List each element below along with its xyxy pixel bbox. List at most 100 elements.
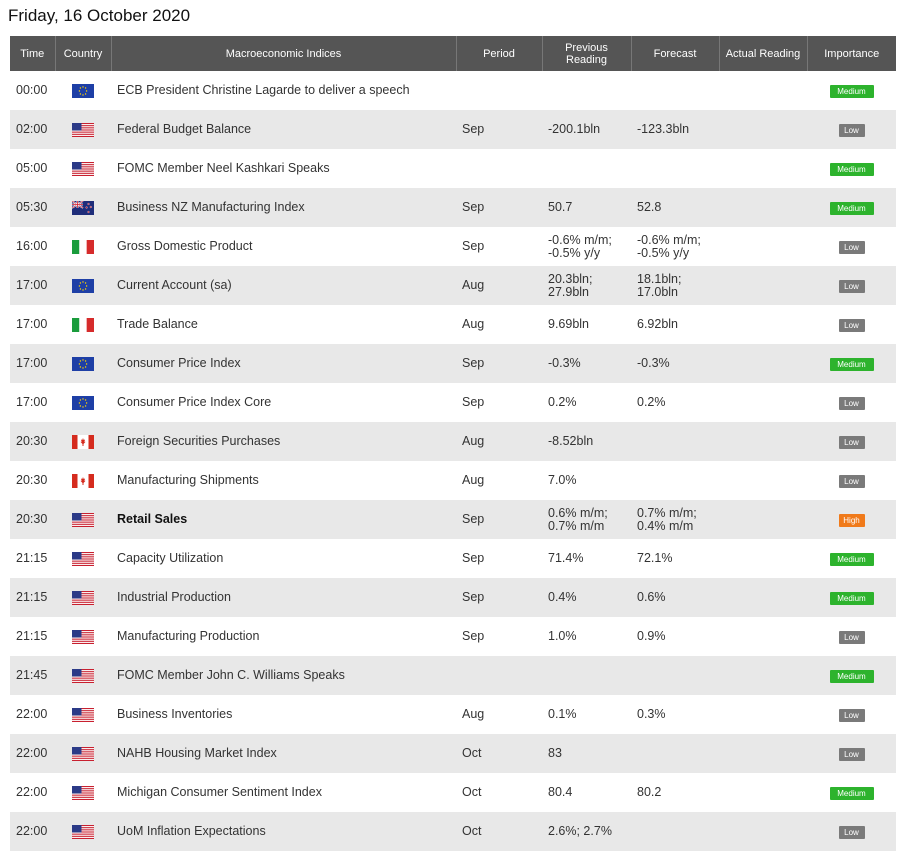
table-row: 00:00 ECB President Christine Lagarde to …: [10, 71, 896, 110]
event-country: [55, 812, 111, 851]
event-country: [55, 227, 111, 266]
previous-line1: 0.6% m/m;: [548, 505, 608, 520]
forecast-line1: 0.2%: [637, 395, 666, 409]
importance-badge: Low: [838, 747, 865, 761]
header-importance: Importance: [807, 36, 896, 71]
event-name: Consumer Price Index: [117, 356, 241, 370]
event-period: Sep: [462, 395, 485, 409]
forecast-line1: 80.2: [637, 785, 662, 799]
forecast-line1: 72.1%: [637, 551, 673, 565]
header-period: Period: [456, 36, 543, 71]
table-row: 22:00 Business Inventories Aug 0.1% 0.3% Low: [10, 695, 896, 734]
forecast-line2: 17.0bln: [637, 284, 679, 299]
header-forecast: Forecast: [631, 36, 720, 71]
previous-line1: 0.2%: [548, 395, 577, 409]
event-importance: Low: [807, 305, 896, 344]
table-row: 21:45 FOMC Member John C. Williams Speaks…: [10, 656, 896, 695]
us-flag-icon: [72, 161, 94, 176]
event-period: Sep: [462, 356, 485, 370]
eu-flag-icon: [72, 356, 94, 371]
forecast-line1: 0.3%: [637, 707, 666, 721]
event-importance: Medium: [807, 539, 896, 578]
event-importance: Low: [807, 227, 896, 266]
event-period: Aug: [462, 317, 485, 331]
event-importance: Medium: [807, 773, 896, 812]
event-period: [456, 656, 542, 695]
event-previous: 0.6% m/m; 0.7% m/m: [542, 500, 631, 539]
us-flag-icon: [72, 629, 94, 644]
event-previous: -8.52bln: [542, 422, 631, 461]
table-row: 22:00 UoM Inflation Expectations Oct 2.6%; …: [10, 812, 896, 851]
importance-badge: Low: [838, 474, 865, 488]
event-country: [55, 344, 111, 383]
event-actual: [719, 461, 807, 500]
event-importance: Low: [807, 461, 896, 500]
us-flag-icon: [72, 707, 94, 722]
event-time: 20:30: [16, 473, 48, 487]
forecast-line1: 0.7% m/m;: [637, 505, 697, 520]
forecast-line1: 0.9%: [637, 629, 666, 643]
event-forecast: [631, 656, 719, 695]
event-country: [55, 578, 111, 617]
calendar-body: 00:00 ECB President Christine Lagarde to …: [10, 71, 896, 851]
event-importance: Medium: [807, 188, 896, 227]
event-actual: [719, 617, 807, 656]
header-indices: Macroeconomic Indices: [111, 36, 457, 71]
event-time: 22:00: [16, 824, 48, 838]
event-previous: 7.0%: [542, 461, 631, 500]
event-period: Aug: [462, 278, 485, 292]
table-row: 05:00 FOMC Member Neel Kashkari Speaks Med…: [10, 149, 896, 188]
previous-line2: 27.9bln: [548, 284, 590, 299]
us-flag-icon: [72, 122, 94, 137]
previous-line1: -8.52bln: [548, 434, 594, 448]
event-country: [55, 617, 111, 656]
event-importance: Medium: [807, 578, 896, 617]
event-actual: [719, 71, 807, 110]
previous-line1: 9.69bln: [548, 317, 590, 331]
event-period: Aug: [462, 434, 485, 448]
eu-flag-icon: [72, 83, 94, 98]
event-time: 21:15: [16, 590, 48, 604]
event-country: [55, 422, 111, 461]
event-name: Trade Balance: [117, 317, 198, 331]
importance-badge: Medium: [829, 552, 874, 566]
header-actual: Actual Reading: [719, 36, 808, 71]
event-name: Federal Budget Balance: [117, 122, 252, 136]
event-importance: Low: [807, 734, 896, 773]
table-row: 22:00 NAHB Housing Market Index Oct 83 Low: [10, 734, 896, 773]
table-row: 21:15 Manufacturing Production Sep 1.0% 0.9%…: [10, 617, 896, 656]
previous-line1: 0.4%: [548, 590, 577, 604]
event-previous: 1.0%: [542, 617, 631, 656]
event-forecast: [631, 461, 719, 500]
table-row: 17:00 Consumer Price Index Core Sep 0.2% 0.2…: [10, 383, 896, 422]
event-period: Oct: [462, 746, 482, 760]
event-importance: Low: [807, 812, 896, 851]
event-name: Consumer Price Index Core: [117, 395, 272, 409]
header-previous: Previous Reading: [542, 36, 632, 71]
event-importance: Low: [807, 422, 896, 461]
importance-badge: Medium: [829, 84, 874, 98]
event-actual: [719, 578, 807, 617]
page-title: Friday, 16 October 2020: [8, 6, 191, 25]
previous-line1: -0.6% m/m;: [548, 232, 612, 247]
event-name: Foreign Securities Purchases: [117, 434, 281, 448]
table-row: 22:00 Michigan Consumer Sentiment Index Oc…: [10, 773, 896, 812]
event-previous: -0.6% m/m; -0.5% y/y: [542, 227, 631, 266]
event-name: Retail Sales: [117, 512, 188, 526]
previous-line1: 20.3bln;: [548, 271, 593, 286]
event-previous: 0.2%: [542, 383, 631, 422]
event-time: 21:45: [16, 668, 48, 682]
importance-badge: Low: [838, 123, 865, 137]
event-country: [55, 773, 111, 812]
event-actual: [719, 149, 807, 188]
table-row: 05:30 Business NZ Manufacturing Index Sep 5…: [10, 188, 896, 227]
importance-badge: Low: [838, 396, 865, 410]
event-actual: [719, 422, 807, 461]
event-period: Sep: [462, 551, 485, 565]
event-previous: -0.3%: [542, 344, 631, 383]
previous-line1: 0.1%: [548, 707, 577, 721]
importance-badge: Low: [838, 279, 865, 293]
event-country: [55, 71, 111, 110]
header-country: Country: [55, 36, 112, 71]
event-forecast: [631, 422, 719, 461]
